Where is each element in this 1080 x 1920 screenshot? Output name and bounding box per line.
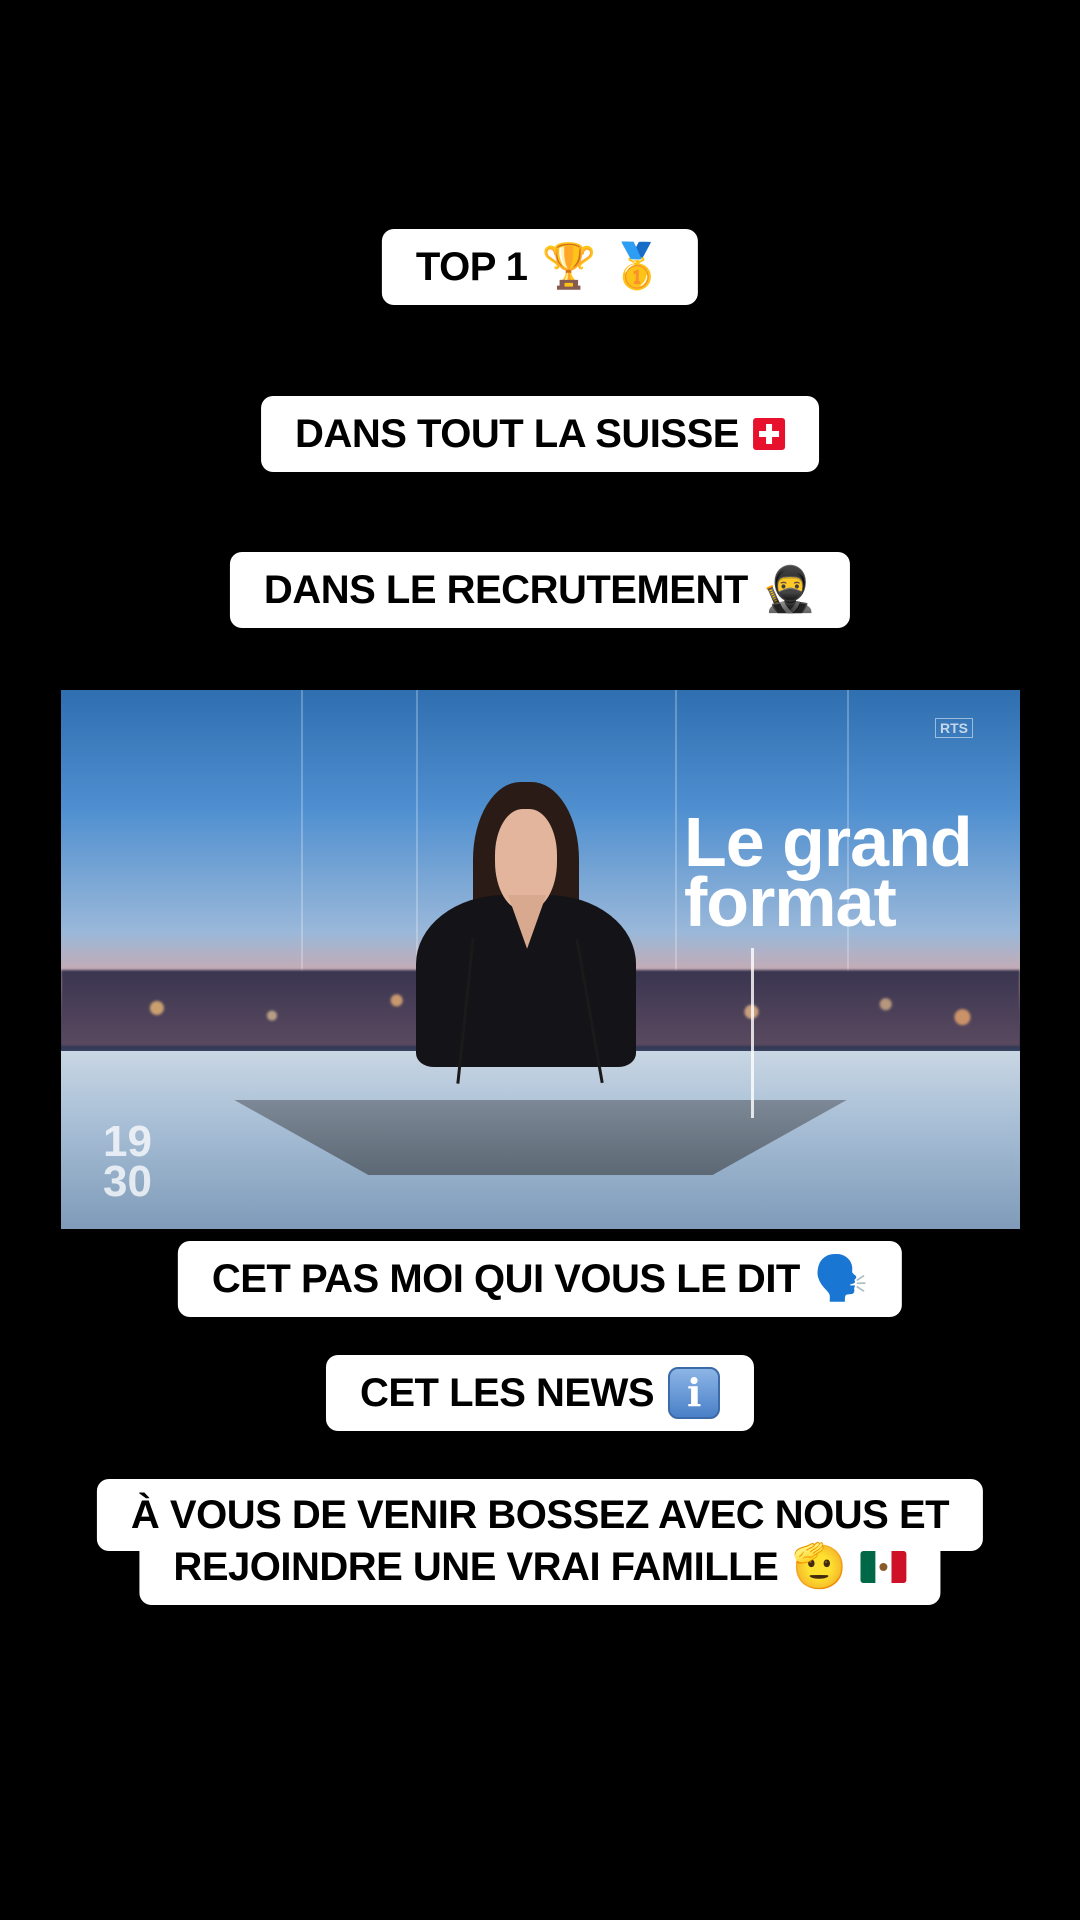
news-headline-line2: format xyxy=(684,863,897,941)
caption-suisse-text: DANS TOUT LA SUISSE xyxy=(295,412,739,456)
caption-top1-text: TOP 1 xyxy=(415,245,528,289)
caption-moi: CET PAS MOI QUI VOUS LE DIT 🗣️ xyxy=(177,1241,903,1317)
salute-icon: 🫡 xyxy=(792,1542,847,1591)
caption-news-text: CET LES NEWS xyxy=(359,1371,655,1415)
channel-logo: RTS xyxy=(935,718,973,738)
caption-recrutement: DANS LE RECRUTEMENT 🥷 xyxy=(229,552,851,628)
news-headline: Le grand format xyxy=(684,807,973,941)
caption-suisse: DANS TOUT LA SUISSE xyxy=(261,396,819,472)
ninja-icon: 🥷 xyxy=(761,565,817,614)
medal-icon: 🥇 xyxy=(609,242,665,291)
caption-bossez-line2: REJOINDRE UNE VRAI FAMILLE 🫡 xyxy=(139,1529,941,1605)
news-broadcast-image: RTS Le grand format 19 30 xyxy=(61,690,1020,1229)
caption-moi-text: CET PAS MOI QUI VOUS LE DIT xyxy=(211,1257,801,1301)
caption-top1: TOP 1 🏆 🥇 xyxy=(381,229,699,305)
caption-news: CET LES NEWS i xyxy=(325,1355,755,1431)
caption-recrutement-text: DANS LE RECRUTEMENT xyxy=(263,568,748,612)
information-icon: i xyxy=(668,1367,721,1419)
speaking-head-icon: 🗣️ xyxy=(813,1254,869,1303)
mexico-flag-icon xyxy=(860,1551,907,1583)
broadcast-time-logo: 19 30 xyxy=(103,1117,152,1206)
swiss-flag-icon xyxy=(752,418,785,450)
trophy-icon: 🏆 xyxy=(541,242,597,291)
